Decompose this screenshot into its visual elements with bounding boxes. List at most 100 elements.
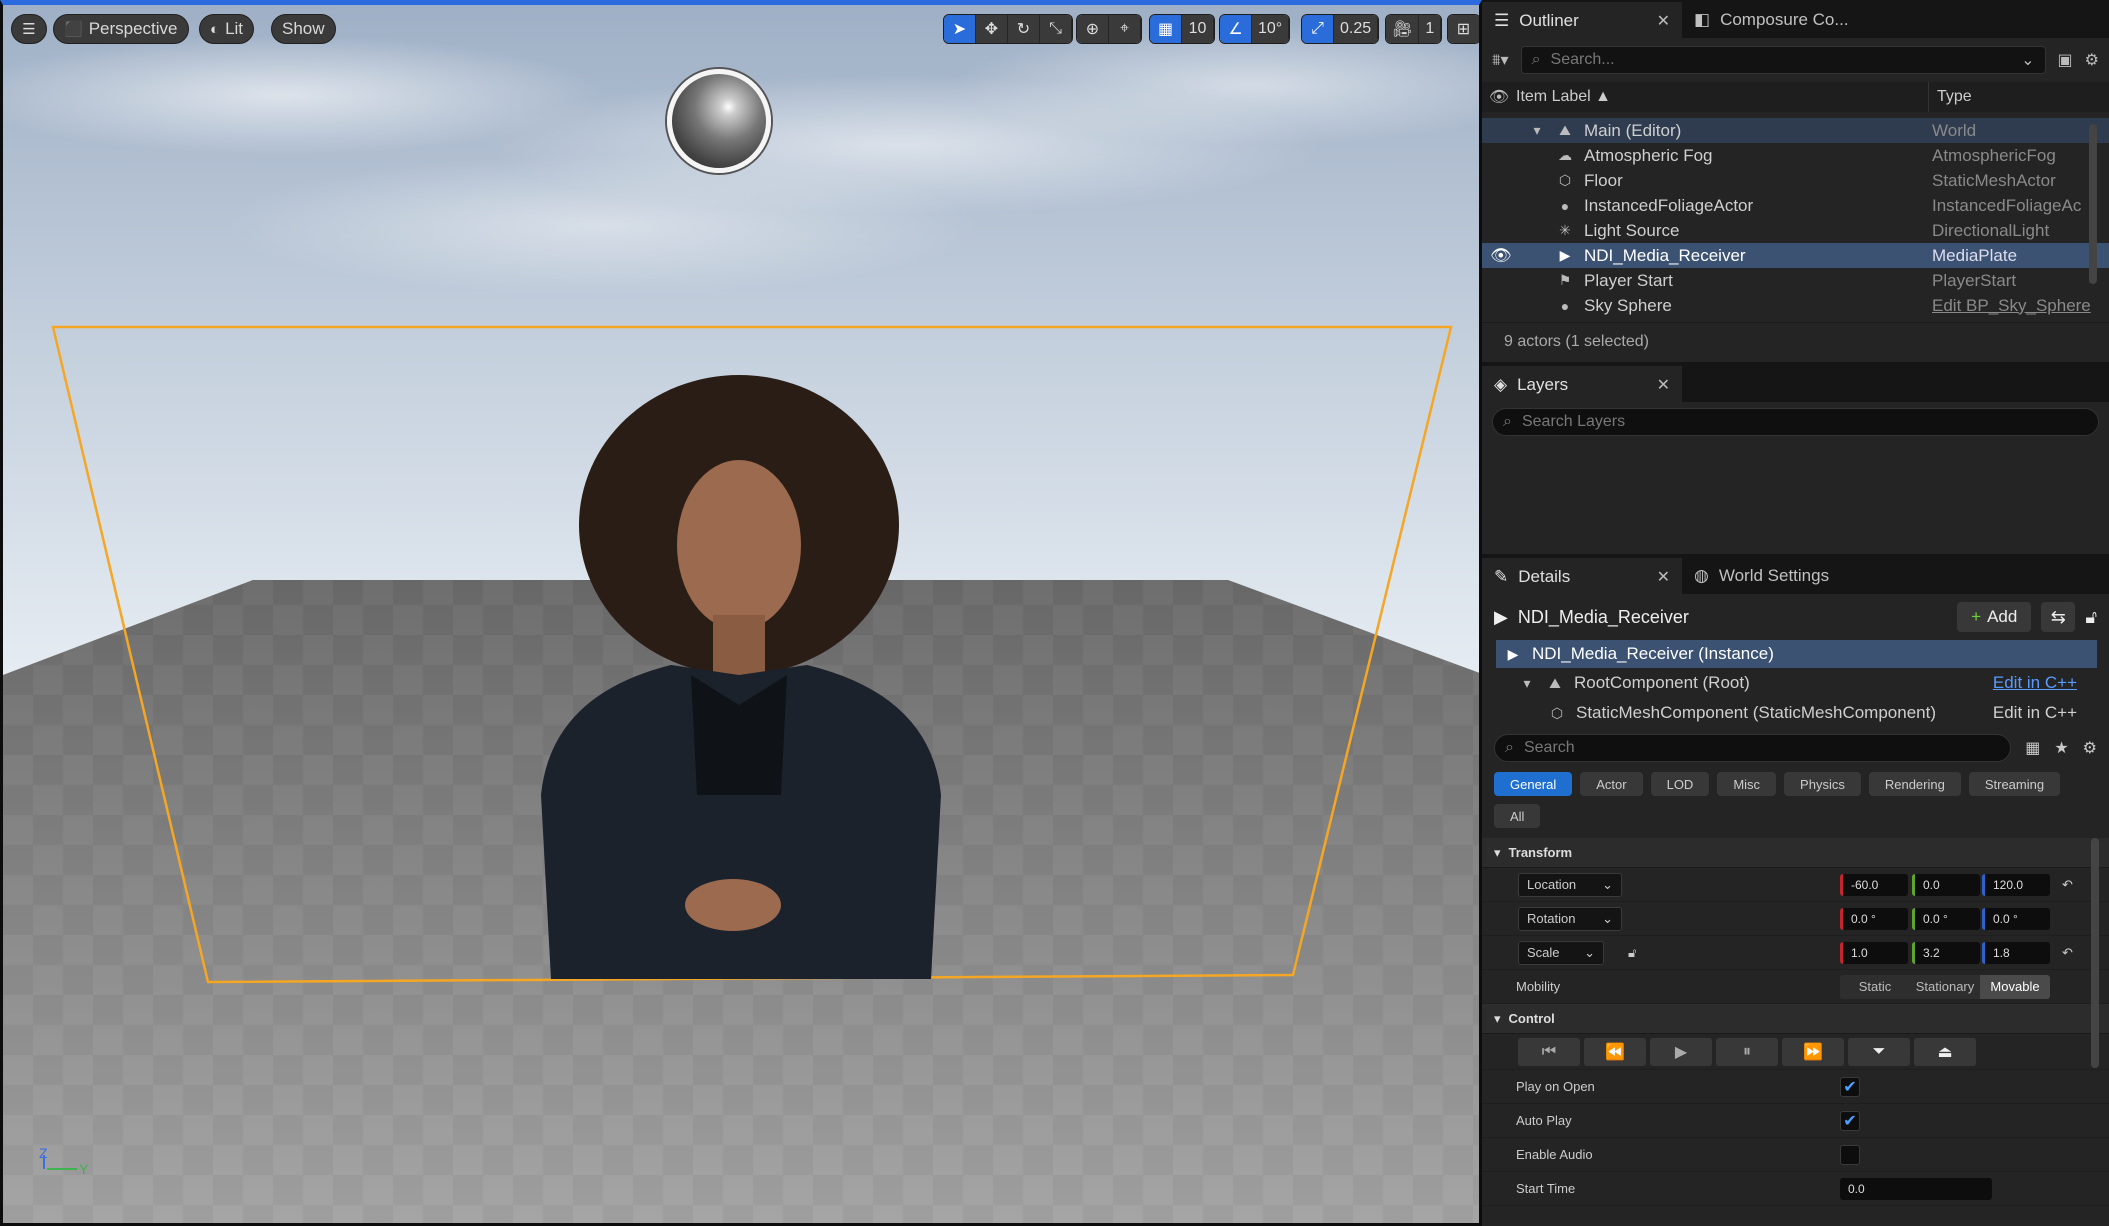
edit-blueprint-link[interactable]: Edit BP_Sky_Sphere [1932,296,2091,316]
rewind-icon[interactable]: ⏪ [1584,1037,1646,1066]
category-general[interactable]: General [1494,772,1573,796]
details-scrollbar[interactable] [2091,838,2099,1068]
viewport-menu-button[interactable]: ☰ [11,14,47,44]
col-item-label[interactable]: Item Label ▲ [1516,88,1611,106]
table-view-icon[interactable]: ▦ [2025,738,2040,758]
angle-icon[interactable]: ∠ [1220,15,1252,43]
viewport-layout-icon[interactable]: ⊞ [1448,15,1479,43]
rotation-dropdown[interactable]: Rotation ⌄ [1518,906,1622,931]
scale-tool-icon[interactable]: ⤡ [1040,15,1072,43]
outliner-search-input[interactable]: ⌕ Search... ⌄ [1520,46,2046,74]
lock-icon[interactable]: 🔓︎ [2085,607,2097,628]
tab-layers[interactable]: ◈ Layers ✕ [1482,366,1682,402]
grid-snap-value[interactable]: 10 [1182,15,1214,43]
col-type[interactable]: Type [1928,82,1972,112]
tab-composure[interactable]: ◧ Composure Co... [1682,2,1862,38]
star-icon[interactable]: ★ [2054,738,2068,758]
list-item[interactable]: ⚑ Player Start PlayerStart [1482,268,2109,293]
close-icon[interactable]: ✕ [1657,567,1670,587]
grid-icon[interactable]: ▦ [1150,15,1182,43]
expand-arrow-icon[interactable]: ▾ [1518,675,1536,692]
scale-dropdown[interactable]: Scale ⌄ [1518,940,1604,965]
location-x-field[interactable]: -60.0 [1840,873,1908,896]
gear-icon[interactable]: ⚙ [2083,738,2097,758]
list-item[interactable]: ● InstancedFoliageActor InstancedFoliageAc [1482,193,2109,218]
category-misc[interactable]: Misc [1717,772,1777,796]
location-dropdown[interactable]: Location ⌄ [1518,872,1622,897]
blueprint-icon[interactable]: ⇆ [2041,602,2076,632]
reset-icon[interactable]: ↶ [2062,945,2073,961]
category-all[interactable]: All [1494,804,1541,828]
reset-icon[interactable]: ↶ [2062,877,2073,893]
tab-details[interactable]: ✎ Details ✕ [1482,558,1682,594]
category-rendering[interactable]: Rendering [1868,772,1961,796]
location-y-field[interactable]: 0.0 [1912,873,1980,896]
perspective-button[interactable]: ⬛ Perspective [53,14,189,44]
pause-icon[interactable]: ⏸ [1716,1037,1778,1066]
scale-snap-icon[interactable]: ⤢ [1302,15,1334,43]
component-item[interactable]: ▾ ⛰︎ RootComponent (Root) Edit in C++ [1496,668,2097,698]
rotation-z-field[interactable]: 0.0 ° [1982,907,2050,930]
scale-z-field[interactable]: 1.8 [1982,941,2050,964]
enable-audio-checkbox[interactable] [1840,1144,1860,1165]
close-icon[interactable]: ✕ [1657,11,1670,31]
directional-light-sphere[interactable] [667,69,771,173]
world-globe-icon[interactable]: ⊕ [1077,15,1109,43]
show-button[interactable]: Show [271,14,336,44]
level-viewport[interactable]: ☰ ⬛ Perspective ◐ Lit Show ➤ ✥ ↻ ⤡ ⊕ ⌖ ▦ 1… [0,0,1482,1226]
select-tool-icon[interactable]: ➤ [944,15,976,43]
component-item[interactable]: ⬡ StaticMeshComponent (StaticMeshComponen… [1496,698,2097,728]
mobility-static[interactable]: Static [1840,974,1910,999]
edit-cpp-link[interactable]: Edit in C++ [1993,673,2077,693]
expand-arrow-icon[interactable]: ▾ [1528,122,1546,139]
rotation-x-field[interactable]: 0.0 ° [1840,907,1908,930]
tab-world-settings[interactable]: ◍ World Settings [1682,558,1882,594]
list-item[interactable]: ✳ Light Source DirectionalLight [1482,218,2109,243]
category-streaming[interactable]: Streaming [1968,772,2061,796]
section-control[interactable]: ▾ Control [1482,1004,2109,1034]
outliner-scrollbar[interactable] [2089,124,2097,284]
list-item[interactable]: ● Sky Sphere Edit BP_Sky_Sphere [1482,293,2109,318]
mobility-stationary[interactable]: Stationary [1910,974,1980,999]
rewind-start-icon[interactable]: ⏮ [1518,1037,1580,1066]
scale-y-field[interactable]: 3.2 [1912,941,1980,964]
view-mode-button[interactable]: ◐ Lit [199,14,255,44]
tab-outliner[interactable]: ☰ Outliner ✕ [1482,2,1682,38]
surface-snap-icon[interactable]: ⌖ [1109,15,1141,43]
open-media-icon[interactable]: ⏏ [1914,1037,1976,1066]
edit-cpp-link[interactable]: Edit in C++ [1993,703,2077,723]
start-time-field[interactable]: 0.0 [1840,1177,1992,1200]
list-item[interactable]: ☁︎ Atmospheric Fog AtmosphericFog [1482,143,2109,168]
visibility-eye-icon[interactable]: 👁︎ [1482,87,1516,107]
camera-icon[interactable]: 🎥︎ [1386,15,1420,43]
play-icon[interactable]: ▶ [1650,1037,1712,1066]
component-item[interactable]: ▶ NDI_Media_Receiver (Instance) [1496,640,2097,668]
filter-icon[interactable]: ⩩▾ [1492,50,1509,70]
rotation-y-field[interactable]: 0.0 ° [1912,907,1980,930]
category-physics[interactable]: Physics [1784,772,1861,796]
list-item[interactable]: ▾ ⛰︎ Main (Editor) World [1482,118,2109,143]
category-lod[interactable]: LOD [1650,772,1710,796]
category-actor[interactable]: Actor [1580,772,1643,796]
section-transform[interactable]: ▾ Transform [1482,838,2109,868]
details-search-input[interactable]: ⌕ Search [1494,734,2012,762]
add-component-button[interactable]: + Add [1957,602,2032,632]
new-folder-icon[interactable]: ▣ [2058,50,2073,70]
play-on-open-checkbox[interactable]: ✔ [1840,1076,1860,1097]
scale-snap-value[interactable]: 0.25 [1334,15,1379,43]
layers-search-input[interactable]: ⌕ Search Layers [1492,408,2099,436]
list-item[interactable]: ⬡ Floor StaticMeshActor [1482,168,2109,193]
close-icon[interactable]: ✕ [1657,375,1670,395]
camera-speed-value[interactable]: 1 [1419,15,1442,43]
mobility-movable[interactable]: Movable [1980,974,2050,999]
visibility-eye-icon[interactable]: 👁︎ [1490,246,1512,266]
gear-icon[interactable]: ⚙ [2085,50,2099,70]
lock-icon[interactable]: 🔓︎ [1628,945,1636,961]
list-item-selected[interactable]: 👁︎ ▶ NDI_Media_Receiver MediaPlate [1482,243,2109,268]
location-z-field[interactable]: 120.0 [1982,873,2050,896]
rotation-snap-value[interactable]: 10° [1252,15,1290,43]
rotate-tool-icon[interactable]: ↻ [1008,15,1040,43]
scale-x-field[interactable]: 1.0 [1840,941,1908,964]
auto-play-checkbox[interactable]: ✔ [1840,1110,1860,1131]
fast-forward-icon[interactable]: ⏩ [1782,1037,1844,1066]
